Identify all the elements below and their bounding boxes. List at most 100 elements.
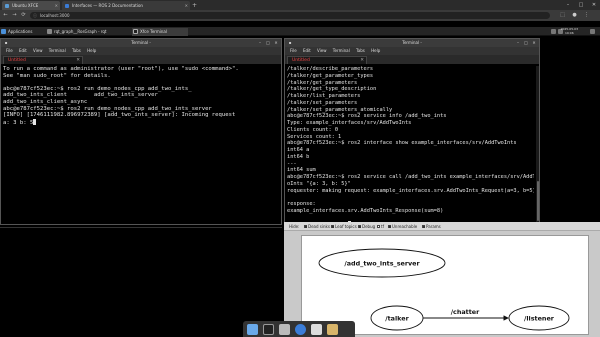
checkbox-box[interactable] bbox=[358, 225, 361, 228]
network-icon[interactable] bbox=[551, 28, 556, 34]
file-manager-icon[interactable] bbox=[279, 324, 290, 335]
checkbox-tf[interactable]: tf bbox=[377, 222, 384, 231]
terminal-line: abc@e787cf523ec:~$ ros2 service info /ad… bbox=[287, 113, 447, 120]
site-info-icon[interactable]: ⓘ bbox=[33, 12, 37, 19]
terminal-line: [INFO] [1746111982.896972389] [add_two_i… bbox=[3, 112, 236, 119]
taskbar-item-terminal[interactable]: Xfce Terminal bbox=[132, 27, 188, 36]
menu-terminal[interactable]: Terminal bbox=[49, 47, 66, 55]
maximize-icon[interactable]: □ bbox=[575, 0, 587, 10]
window-menu-icon[interactable]: ▪ bbox=[286, 39, 294, 47]
taskbar-item-label: rqt_graph__RosGraph - rqt bbox=[54, 28, 107, 34]
checkbox-box[interactable] bbox=[331, 225, 334, 228]
checkbox-box[interactable] bbox=[304, 225, 307, 228]
terminal-line: add_two_ints_client_async bbox=[3, 98, 88, 105]
service-node-label: /add_two_ints_server bbox=[344, 260, 420, 268]
close-icon[interactable]: ✕ bbox=[530, 39, 538, 47]
terminal-line: --- bbox=[287, 160, 297, 167]
menu-tabs[interactable]: Tabs bbox=[356, 47, 365, 55]
checkbox-box[interactable] bbox=[388, 225, 391, 228]
terminal-line: example_interfaces.srv.AddTwoInts_Respon… bbox=[287, 207, 444, 214]
menu-view[interactable]: View bbox=[317, 47, 327, 55]
terminal-scrollbar[interactable] bbox=[536, 66, 539, 223]
topic-label: /chatter bbox=[451, 308, 480, 316]
terminal-cursor bbox=[33, 118, 37, 125]
rqt-options-bar: Hide: Dead sinks Leaf topics Debug tf Unreach… bbox=[284, 222, 600, 231]
checkbox-leaf-topics[interactable]: Leaf topics bbox=[331, 222, 357, 231]
scrollbar-thumb[interactable] bbox=[536, 181, 539, 221]
checkbox-dead-sinks[interactable]: Dead sinks bbox=[304, 222, 330, 231]
close-tab-icon[interactable]: ✕ bbox=[360, 57, 364, 64]
back-icon[interactable]: ← bbox=[1, 11, 10, 20]
window-menu-icon[interactable]: ▪ bbox=[2, 39, 10, 47]
browser-toolbar: ← → ⟳ ⓘ localhost:3000 ⬚ ● ⋮ bbox=[0, 10, 600, 21]
window-titlebar[interactable]: ▪ Terminal - – □ ✕ bbox=[1, 39, 281, 47]
url-text: localhost:3000 bbox=[40, 13, 70, 18]
close-tab-icon[interactable]: ✕ bbox=[76, 57, 80, 64]
hide-label: Hide: bbox=[289, 222, 299, 231]
terminal-line: abc@e787cf523ec:~$ ros2 run demo_nodes_c… bbox=[3, 105, 212, 112]
browser-tab-ros2-docs[interactable]: Interfaces — ROS 2 Documentation ✕ bbox=[62, 1, 190, 10]
minimize-icon[interactable]: – bbox=[514, 39, 522, 47]
checkbox-box[interactable] bbox=[422, 225, 425, 228]
close-tab-icon[interactable]: ✕ bbox=[185, 1, 188, 10]
terminal-line: /talker/get_type_description bbox=[287, 86, 377, 93]
new-tab-button[interactable]: + bbox=[192, 1, 197, 10]
terminal-tabbar: Untitled ✕ bbox=[285, 55, 539, 64]
checkbox-params[interactable]: Params bbox=[422, 222, 441, 231]
user-menu-icon[interactable] bbox=[590, 28, 595, 34]
checkbox-box[interactable] bbox=[377, 225, 380, 228]
taskbar-item-rqt[interactable]: rqt_graph__RosGraph - rqt bbox=[46, 28, 130, 36]
menu-view[interactable]: View bbox=[33, 47, 43, 55]
folder-icon[interactable] bbox=[327, 324, 338, 335]
terminal-output[interactable]: To run a command as administrator (user … bbox=[3, 66, 279, 223]
web-browser-icon[interactable] bbox=[295, 324, 306, 335]
window-titlebar[interactable]: ▪ Terminal - – □ ✕ bbox=[285, 39, 539, 47]
maximize-icon[interactable]: □ bbox=[522, 39, 530, 47]
terminal-line: Type: example_interfaces/srv/AddTwoInts bbox=[287, 120, 412, 126]
forward-icon[interactable]: → bbox=[10, 11, 19, 20]
menu-file[interactable]: File bbox=[290, 47, 297, 55]
app-finder-icon[interactable] bbox=[311, 324, 322, 335]
applications-menu[interactable]: Applications bbox=[0, 28, 44, 36]
minimize-icon[interactable]: – bbox=[562, 0, 574, 10]
graph-canvas[interactable]: /add_two_ints_server /talker /listener /… bbox=[301, 235, 589, 335]
extensions-icon[interactable]: ⬚ bbox=[558, 11, 567, 20]
xfce-logo-icon bbox=[1, 29, 6, 34]
menu-edit[interactable]: Edit bbox=[303, 47, 311, 55]
show-desktop-icon[interactable] bbox=[247, 324, 258, 335]
terminal-line: oInts "{a: 3, b: 5}" bbox=[287, 180, 351, 187]
menu-help[interactable]: Help bbox=[87, 47, 96, 55]
close-icon[interactable]: ✕ bbox=[272, 39, 280, 47]
terminal-launcher-icon[interactable] bbox=[263, 324, 274, 335]
browser-tab-label: Ubuntu XFCE bbox=[12, 3, 39, 8]
profile-icon[interactable]: ● bbox=[570, 11, 579, 20]
terminal-line: int64 b bbox=[287, 153, 310, 160]
menu-terminal[interactable]: Terminal bbox=[333, 47, 350, 55]
checkbox-debug[interactable]: Debug bbox=[358, 222, 375, 231]
terminal-app-icon bbox=[133, 29, 138, 34]
taskbar-item-label: Xfce Terminal bbox=[140, 28, 167, 34]
menu-tabs[interactable]: Tabs bbox=[72, 47, 81, 55]
reload-icon[interactable]: ⟳ bbox=[19, 11, 28, 20]
browser-tab-ubuntu-xfce[interactable]: Ubuntu XFCE ✕ bbox=[2, 1, 60, 10]
close-window-icon[interactable]: ✕ bbox=[588, 0, 600, 10]
terminal-line: abc@e787cf523ec:~$ ros2 service call /ad… bbox=[287, 174, 534, 180]
minimize-icon[interactable]: – bbox=[256, 39, 264, 47]
terminal-output[interactable]: /talker/describe_parameters/talker/get_p… bbox=[287, 66, 534, 223]
menu-file[interactable]: File bbox=[6, 47, 13, 55]
menu-edit[interactable]: Edit bbox=[19, 47, 27, 55]
menu-icon[interactable]: ⋮ bbox=[582, 11, 591, 20]
panel-clock[interactable]: 2025-05-03 19:06 bbox=[561, 27, 578, 35]
terminal-line: /talker/list_parameters bbox=[287, 93, 361, 99]
terminal-tab[interactable]: Untitled ✕ bbox=[3, 56, 83, 64]
checkbox-unreachable[interactable]: Unreachable bbox=[388, 222, 417, 231]
terminal-line: /talker/get_parameter_types bbox=[287, 72, 374, 79]
terminal-tab[interactable]: Untitled ✕ bbox=[287, 56, 367, 64]
terminal-window-right: ▪ Terminal - – □ ✕ File Edit View Termin… bbox=[284, 38, 540, 225]
checkbox-label: Debug bbox=[362, 224, 376, 229]
close-tab-icon[interactable]: ✕ bbox=[55, 1, 58, 10]
maximize-icon[interactable]: □ bbox=[264, 39, 272, 47]
address-bar[interactable]: ⓘ localhost:3000 bbox=[30, 12, 550, 19]
menu-help[interactable]: Help bbox=[371, 47, 380, 55]
